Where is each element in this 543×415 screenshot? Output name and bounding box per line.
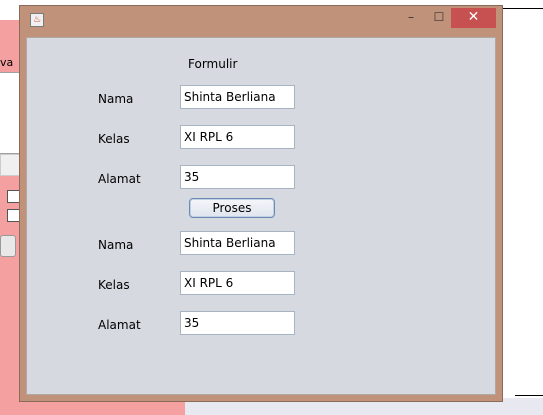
- proses-button[interactable]: Proses: [189, 198, 275, 218]
- title-bar[interactable]: ♨ – ☐ ✕: [20, 6, 502, 36]
- output-alamat-field[interactable]: 35: [180, 311, 295, 335]
- background-button[interactable]: [0, 235, 16, 257]
- background-divider: [500, 8, 543, 9]
- minimize-button[interactable]: –: [398, 8, 424, 28]
- formulir-window: ♨ – ☐ ✕ Formulir Nama Shinta Berliana Ke…: [19, 5, 503, 402]
- output-kelas-field[interactable]: XI RPL 6: [180, 271, 295, 295]
- alamat-label: Alamat: [98, 172, 141, 186]
- alamat-input[interactable]: 35: [180, 165, 295, 189]
- form-title: Formulir: [188, 57, 238, 71]
- background-input[interactable]: [0, 154, 20, 176]
- output-alamat-label: Alamat: [98, 318, 141, 332]
- java-cup-icon[interactable]: ♨: [30, 13, 44, 27]
- kelas-label: Kelas: [98, 132, 130, 146]
- output-nama-label: Nama: [98, 238, 134, 252]
- output-nama-field[interactable]: Shinta Berliana: [180, 231, 295, 255]
- kelas-input[interactable]: XI RPL 6: [180, 125, 295, 149]
- nama-input[interactable]: Shinta Berliana: [180, 85, 295, 109]
- output-kelas-label: Kelas: [98, 278, 130, 292]
- background-panel: [0, 72, 20, 154]
- close-button[interactable]: ✕: [451, 8, 496, 28]
- maximize-button[interactable]: ☐: [426, 8, 452, 28]
- nama-label: Nama: [98, 92, 134, 106]
- form-panel: Formulir Nama Shinta Berliana Kelas XI R…: [26, 37, 496, 395]
- background-divider-bottom: [515, 395, 543, 396]
- background-label: va: [0, 56, 14, 69]
